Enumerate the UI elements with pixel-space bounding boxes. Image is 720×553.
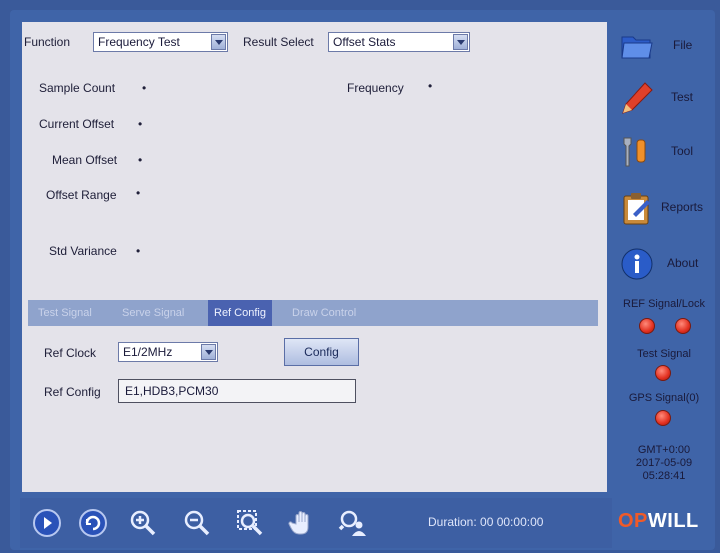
offset-range-label: Offset Range	[46, 188, 117, 202]
test-signal-label: Test Signal	[637, 348, 691, 360]
ref-config-label: Ref Config	[44, 385, 101, 399]
offset-range-value: •	[136, 186, 141, 200]
ref-config-field[interactable]: E1,HDB3,PCM30	[118, 379, 356, 403]
main-panel: Function Frequency Test Result Select Of…	[22, 22, 607, 492]
play-icon[interactable]	[32, 508, 62, 538]
current-offset-label: Current Offset	[39, 117, 115, 131]
gps-signal-led	[655, 410, 671, 426]
sidebar-label-tool: Tool	[671, 144, 694, 158]
sidebar-item-test[interactable]: Test	[613, 76, 713, 120]
logo-op: OP	[618, 510, 648, 532]
opwill-logo: OPWILL	[618, 510, 699, 533]
mean-offset-value: •	[138, 153, 143, 167]
info-icon	[621, 248, 653, 280]
hand-pan-icon[interactable]	[288, 508, 318, 538]
bottom-toolbar: Duration: 00 00:00:00	[20, 498, 612, 548]
current-offset-value: •	[138, 117, 143, 131]
sidebar-label-test: Test	[671, 90, 694, 104]
wrench-icon	[623, 137, 646, 167]
tab-test-signal[interactable]: Test Signal	[32, 300, 98, 326]
sidebar-item-tool[interactable]: Tool	[613, 130, 713, 174]
timezone: GMT+0:00	[637, 444, 691, 456]
ref-signal-led	[639, 318, 655, 334]
logo-will: WILL	[647, 510, 699, 532]
mean-offset-label: Mean Offset	[52, 153, 118, 167]
date: 2017-05-09	[635, 457, 693, 469]
ref-clock-label: Ref Clock	[44, 346, 97, 360]
clipboard-icon	[623, 193, 650, 225]
tab-serve-signal[interactable]: Serve Signal	[116, 300, 190, 326]
sidebar-label-reports: Reports	[661, 200, 704, 214]
result-select[interactable]: Offset Stats	[328, 32, 470, 52]
sidebar-item-file[interactable]: File	[613, 24, 713, 68]
ref-clock-select[interactable]: E1/2MHz	[118, 342, 218, 362]
sidebar-label-file: File	[673, 38, 693, 52]
config-button[interactable]: Config	[284, 338, 359, 366]
std-variance-value: •	[136, 244, 141, 258]
ref-lock-led	[675, 318, 691, 334]
result-select-value: Offset Stats	[333, 35, 396, 49]
sidebar: File Test Tool Reports About REF Signal/…	[613, 20, 715, 498]
sample-count-value: •	[142, 81, 147, 95]
chevron-down-icon[interactable]	[201, 344, 216, 360]
zoom-user-icon[interactable]	[338, 508, 368, 538]
folder-icon	[621, 36, 653, 59]
function-select[interactable]: Frequency Test	[93, 32, 228, 52]
zoom-in-icon[interactable]	[128, 508, 158, 538]
chevron-down-icon[interactable]	[211, 34, 226, 50]
tab-bar: Test Signal Serve Signal Ref Config Draw…	[28, 300, 598, 326]
function-select-value: Frequency Test	[98, 35, 180, 49]
chevron-down-icon[interactable]	[453, 34, 468, 50]
gps-signal-label: GPS Signal(0)	[628, 392, 700, 404]
sidebar-label-about: About	[667, 256, 699, 270]
std-variance-label: Std Variance	[49, 244, 117, 258]
sidebar-item-about[interactable]: About	[613, 242, 713, 286]
test-signal-led	[655, 365, 671, 381]
ref-clock-value: E1/2MHz	[123, 345, 173, 359]
pencil-icon	[622, 82, 653, 114]
tab-draw-control[interactable]: Draw Control	[286, 300, 362, 326]
sidebar-item-reports[interactable]: Reports	[613, 186, 713, 230]
sample-count-label: Sample Count	[39, 81, 116, 95]
result-select-label: Result Select	[243, 35, 314, 49]
frequency-label: Frequency	[347, 81, 404, 95]
time: 05:28:41	[642, 470, 686, 482]
refresh-icon[interactable]	[78, 508, 108, 538]
duration-readout: Duration: 00 00:00:00	[428, 515, 544, 529]
frequency-value: •	[428, 79, 433, 93]
zoom-out-icon[interactable]	[182, 508, 212, 538]
function-label: Function	[24, 35, 71, 49]
tab-ref-config[interactable]: Ref Config	[208, 300, 272, 326]
ref-signal-label: REF Signal/Lock	[623, 298, 705, 310]
zoom-fit-icon[interactable]	[235, 508, 265, 538]
